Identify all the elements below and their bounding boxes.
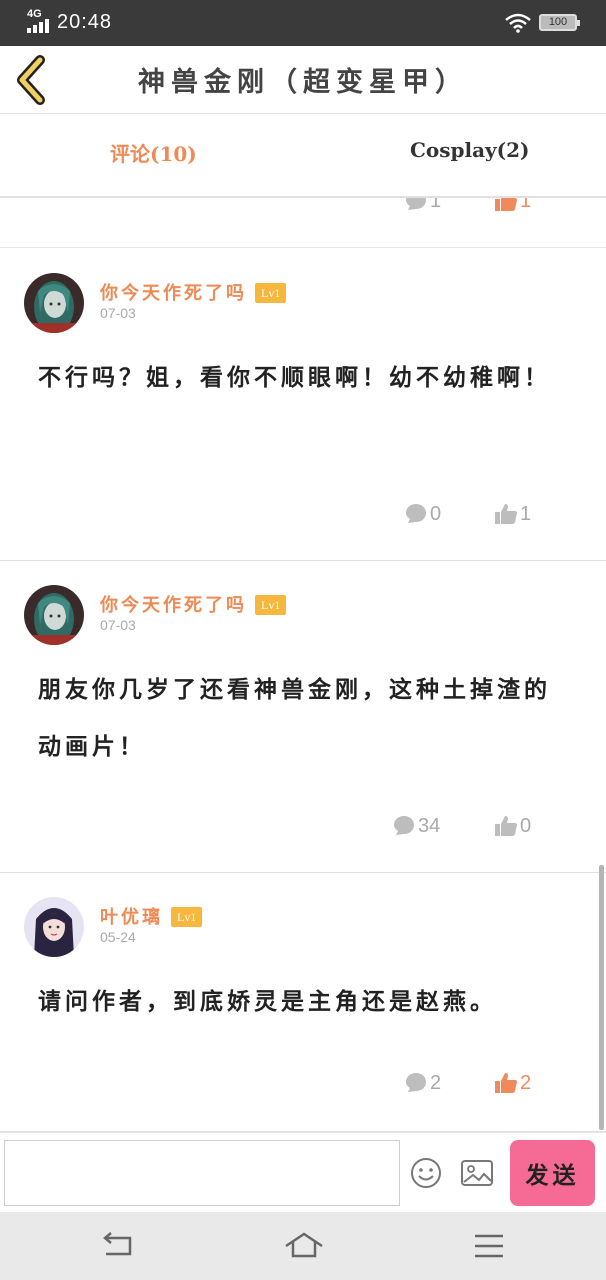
comment-card: 你今天作死了吗 Lv1 07-03 朋友你几岁了还看神兽金刚，这种土掉渣的动画片！… xyxy=(0,561,606,873)
comment-text: 不行吗？姐，看你不顺眼啊！幼不幼稚啊！ xyxy=(38,364,551,391)
thumbs-up-icon xyxy=(495,504,517,524)
comment-date: 07-03 xyxy=(100,617,136,633)
comment-date: 05-24 xyxy=(100,929,136,945)
page-title: 神兽金刚（超变星甲） xyxy=(138,67,468,98)
thumbs-up-icon xyxy=(495,198,517,211)
system-nav-bar xyxy=(0,1212,606,1280)
thumbs-up-icon xyxy=(495,1073,517,1093)
signal-icon xyxy=(27,19,51,33)
username-text: 你今天作死了吗 xyxy=(100,283,247,304)
comment-bubble-icon xyxy=(406,1073,426,1092)
wifi-icon xyxy=(505,13,531,33)
comment-card: 叶优璃 Lv1 05-24 请问作者，到底娇灵是主角还是赵燕。 2 2 xyxy=(0,873,606,1132)
partial-comment-actions: 1 1 xyxy=(0,198,606,248)
avatar[interactable] xyxy=(24,897,84,957)
level-badge: Lv1 xyxy=(255,595,287,615)
comment-card: 你今天作死了吗 Lv1 07-03 不行吗？姐，看你不顺眼啊！幼不幼稚啊！ 0 1 xyxy=(0,249,606,561)
like-count: 1 xyxy=(520,198,532,212)
thumbs-up-icon xyxy=(495,816,517,836)
reply-count: 34 xyxy=(418,815,441,837)
reply-count: 0 xyxy=(430,503,442,525)
nav-home-icon[interactable] xyxy=(284,1228,324,1264)
battery-icon: 100 xyxy=(539,14,580,31)
comment-text: 朋友你几岁了还看神兽金刚，这种土掉渣的动画片！ xyxy=(38,676,551,760)
avatar[interactable] xyxy=(24,585,84,645)
like-count: 0 xyxy=(520,815,532,837)
username[interactable]: 叶优璃 Lv1 xyxy=(100,903,203,929)
level-badge: Lv1 xyxy=(171,907,203,927)
level-badge: Lv1 xyxy=(255,283,287,303)
reply-count: 2 xyxy=(430,1072,442,1094)
reply-count: 1 xyxy=(430,198,442,212)
like-count: 1 xyxy=(520,503,532,525)
like-count: 2 xyxy=(520,1072,532,1094)
tab-cosplay[interactable]: Cosplay(2) xyxy=(410,138,530,162)
send-button[interactable]: 发送 xyxy=(510,1140,595,1206)
image-icon[interactable] xyxy=(460,1158,494,1188)
clock: 20:48 xyxy=(57,11,113,33)
username[interactable]: 你今天作死了吗 Lv1 xyxy=(100,279,287,305)
avatar[interactable] xyxy=(24,273,84,333)
nav-menu-icon[interactable] xyxy=(471,1228,507,1264)
comment-bubble-icon xyxy=(406,504,426,523)
comment-bubble-icon xyxy=(394,816,414,835)
scrollbar[interactable] xyxy=(599,865,604,1130)
comment-text: 请问作者，到底娇灵是主角还是赵燕。 xyxy=(38,988,497,1015)
comment-date: 07-03 xyxy=(100,305,136,321)
username-text: 你今天作死了吗 xyxy=(100,595,247,616)
username[interactable]: 你今天作死了吗 Lv1 xyxy=(100,591,287,617)
top-bar: 神兽金刚（超变星甲） xyxy=(0,46,606,114)
comment-input-bar: 发送 xyxy=(0,1132,606,1212)
tab-comments[interactable]: 评论(10) xyxy=(110,138,197,167)
comment-bubble-icon xyxy=(406,198,426,210)
tab-bar: 评论(10) Cosplay(2) xyxy=(0,114,606,198)
comment-input[interactable] xyxy=(4,1140,400,1206)
emoji-icon[interactable] xyxy=(410,1157,442,1189)
username-text: 叶优璃 xyxy=(100,907,163,928)
nav-back-icon[interactable] xyxy=(100,1228,136,1264)
status-bar: 4G 20:48 100 xyxy=(0,0,606,46)
